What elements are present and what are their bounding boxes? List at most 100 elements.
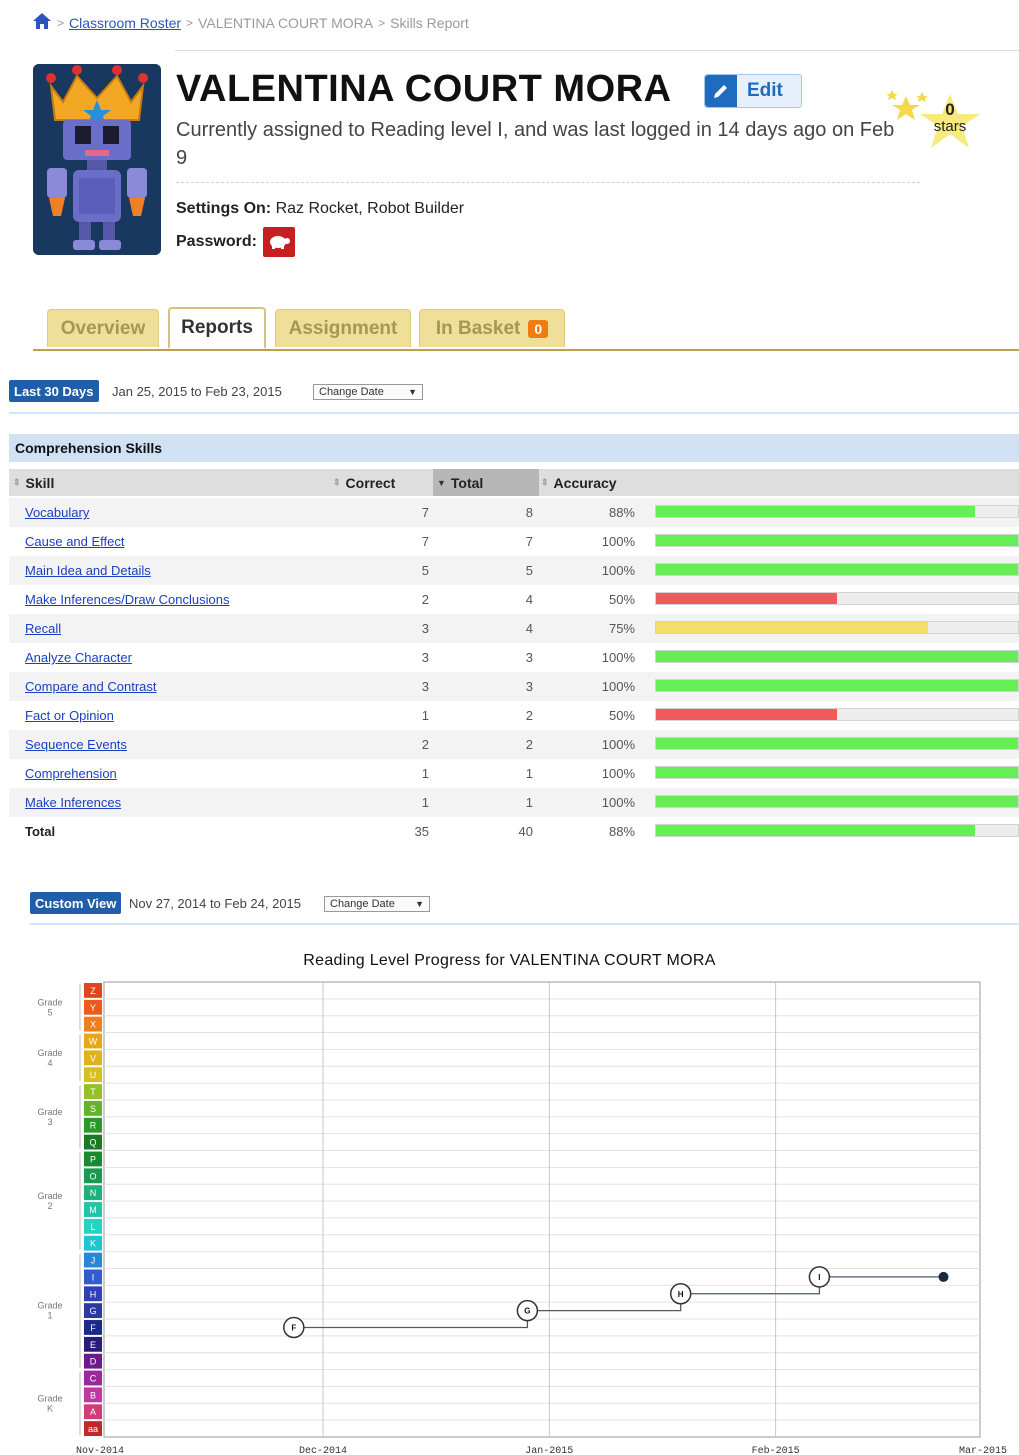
level-tick-label: W <box>89 1036 98 1046</box>
x-tick-label: Nov-2014 <box>76 1446 124 1455</box>
level-tick-label: R <box>90 1121 97 1131</box>
accuracy-cell: 50% <box>608 708 635 723</box>
skill-link[interactable]: Fact or Opinion <box>25 708 114 723</box>
sort-icon: ⇕ <box>13 477 21 487</box>
divider <box>30 923 1019 925</box>
skill-link[interactable]: Make Inferences/Draw Conclusions <box>25 592 229 607</box>
level-tick-label: B <box>90 1390 96 1400</box>
breadcrumb-classroom-roster[interactable]: Classroom Roster <box>69 15 181 31</box>
breadcrumb-current: Skills Report <box>390 14 469 31</box>
tab-label: Assignment <box>288 317 398 339</box>
total-cell: 1 <box>525 795 533 810</box>
skill-link[interactable]: Compare and Contrast <box>25 679 157 694</box>
accuracy-bar <box>655 679 1019 692</box>
correct-cell: 1 <box>421 766 429 781</box>
turtle-icon[interactable] <box>262 227 295 257</box>
student-status: Currently assigned to Reading level I, a… <box>176 119 895 169</box>
accuracy-cell: 75% <box>608 621 635 636</box>
accuracy-bar <box>655 737 1019 750</box>
accuracy-bar <box>655 505 1019 518</box>
accuracy-bar <box>655 621 1019 634</box>
accuracy-cell: 100% <box>601 650 635 665</box>
column-header-correct[interactable]: ⇕ Correct <box>329 469 437 496</box>
point-label: I <box>818 1273 820 1282</box>
skill-link[interactable]: Vocabulary <box>25 505 89 520</box>
skill-link[interactable]: Sequence Events <box>25 737 127 752</box>
accuracy-bar-fill <box>656 796 1018 807</box>
basket-count-badge: 0 <box>528 319 549 338</box>
header-label: Total <box>450 474 484 491</box>
change-date-label: Change Date <box>319 386 384 398</box>
total-cell: 2 <box>525 737 533 752</box>
progress-date-range: Nov 27, 2014 to Feb 24, 2015 <box>129 896 302 911</box>
point-label: F <box>291 1323 296 1332</box>
tab-overview[interactable]: Overview <box>47 309 159 347</box>
total-cell: 3 <box>525 650 533 665</box>
password-label: Password: <box>176 233 257 250</box>
accuracy-cell: 88% <box>608 505 635 520</box>
column-header-total[interactable]: ▼ Total <box>433 469 539 496</box>
home-icon[interactable] <box>32 12 52 33</box>
accuracy-bar-fill <box>656 506 975 517</box>
accuracy-cell: 100% <box>601 737 635 752</box>
level-tick-label: M <box>89 1205 97 1215</box>
table-row: Recall 3 4 75% <box>9 614 1019 643</box>
total-label: Total <box>25 824 56 839</box>
edit-button[interactable]: Edit <box>704 74 802 108</box>
tab-in-basket[interactable]: In Basket 0 <box>419 309 565 347</box>
level-tick-label: aa <box>88 1424 98 1434</box>
accuracy-bar-fill <box>656 767 1018 778</box>
level-tick-label: S <box>90 1104 96 1114</box>
level-tick-label: F <box>90 1323 96 1333</box>
skill-link[interactable]: Recall <box>25 621 61 636</box>
tab-label: Reports <box>181 317 253 338</box>
level-tick-label: T <box>90 1087 96 1097</box>
total-cell: 1 <box>525 766 533 781</box>
grade-label: Grade 5 <box>37 997 62 1017</box>
level-tick-label: G <box>89 1306 96 1316</box>
level-tick-label: D <box>90 1357 97 1367</box>
level-tick-label: U <box>90 1070 97 1080</box>
skill-link[interactable]: Comprehension <box>25 766 117 781</box>
settings-line: Settings On: Raz Rocket, Robot Builder <box>176 200 464 218</box>
table-row: Main Idea and Details 5 5 100% <box>9 556 1019 585</box>
header-label: Skill <box>25 474 55 491</box>
change-date-select[interactable]: Change Date ▼ <box>313 384 423 400</box>
level-tick-label: H <box>90 1289 97 1299</box>
level-tick-label: J <box>91 1256 96 1266</box>
accuracy-bar <box>655 563 1019 576</box>
correct-cell: 7 <box>421 534 429 549</box>
chart-title: Reading Level Progress for VALENTINA COU… <box>303 952 716 969</box>
skill-link[interactable]: Cause and Effect <box>25 534 125 549</box>
total-cell: 5 <box>525 563 533 578</box>
skill-link[interactable]: Main Idea and Details <box>25 563 151 578</box>
table-row: Analyze Character 3 3 100% <box>9 643 1019 672</box>
breadcrumb-separator: > <box>186 15 194 30</box>
grade-label: Grade 2 <box>37 1191 62 1211</box>
table-row: Fact or Opinion 1 2 50% <box>9 701 1019 730</box>
accuracy-cell: 50% <box>608 592 635 607</box>
correct-cell: 2 <box>421 737 429 752</box>
header-label: Accuracy <box>553 474 617 491</box>
level-tick-label: Y <box>90 1003 96 1013</box>
tab-assignment[interactable]: Assignment <box>275 309 411 347</box>
correct-cell: 3 <box>421 679 429 694</box>
settings-value: Raz Rocket, Robot Builder <box>275 200 465 217</box>
dropdown-arrow-icon: ▼ <box>408 387 417 397</box>
skill-link[interactable]: Analyze Character <box>25 650 132 665</box>
accuracy-bar <box>655 534 1019 547</box>
column-header-accuracy[interactable]: ⇕ Accuracy <box>537 469 741 496</box>
custom-view-button[interactable]: Custom View <box>30 892 122 914</box>
change-date-select[interactable]: Change Date ▼ <box>324 896 430 912</box>
skill-link[interactable]: Make Inferences <box>25 795 121 810</box>
last-30-days-button[interactable]: Last 30 Days <box>9 380 99 402</box>
accuracy-bar <box>655 592 1019 605</box>
skills-date-range: Jan 25, 2015 to Feb 23, 2015 <box>112 384 282 399</box>
column-header-skill[interactable]: ⇕ Skill <box>9 469 331 496</box>
password-line: Password: <box>176 227 295 257</box>
tab-reports[interactable]: Reports <box>168 307 266 349</box>
plot-area <box>103 981 981 1438</box>
level-tick-label: O <box>89 1171 96 1181</box>
sort-icon: ⇕ <box>541 477 549 487</box>
stars-count: 0 <box>945 100 955 119</box>
